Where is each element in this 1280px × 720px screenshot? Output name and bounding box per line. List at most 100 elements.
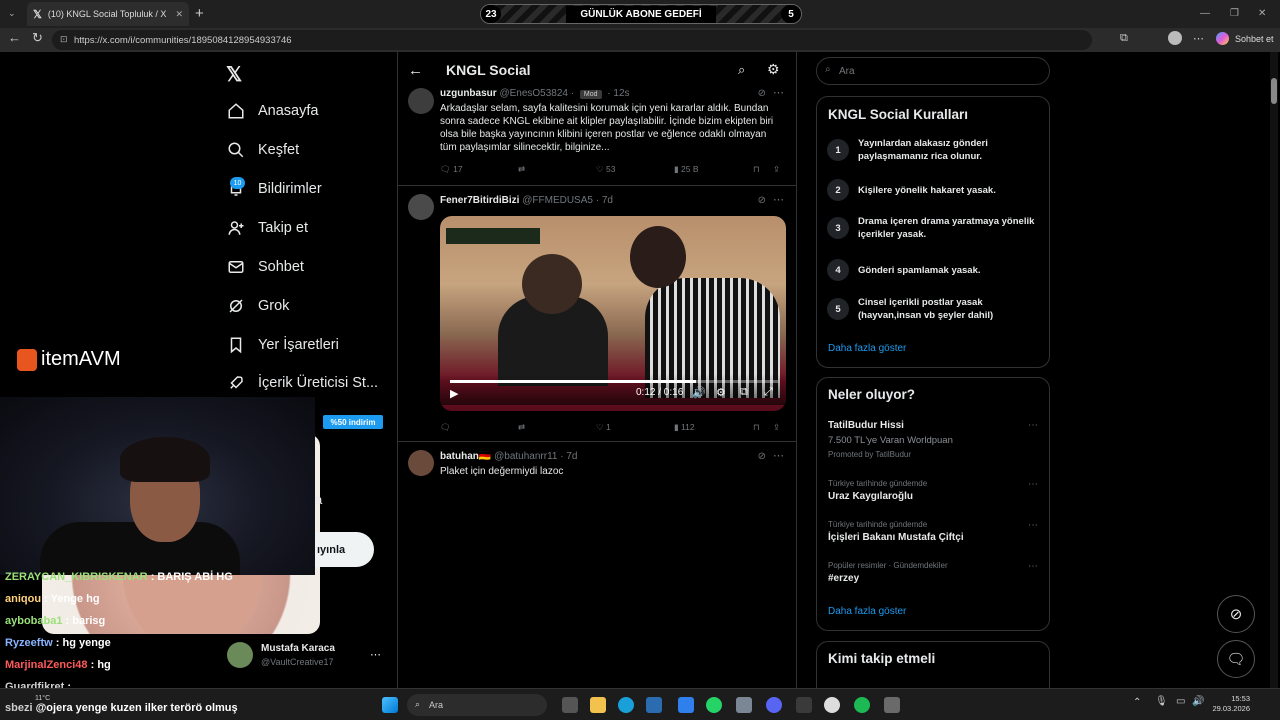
task-view-icon[interactable]	[562, 697, 578, 713]
microphone-icon[interactable]: 🎙	[1155, 696, 1168, 707]
reply-button[interactable]: 🗨	[440, 422, 451, 433]
reply-button[interactable]: 🗨 17	[440, 164, 463, 175]
share-icon[interactable]: ⇪	[773, 164, 780, 175]
grok-explain-icon[interactable]: ⊘	[758, 195, 766, 206]
video-player[interactable]: ▶ 0:12 / 0:16 🔊 ⚙ ⧉ ⤢	[440, 216, 786, 411]
x-logo-icon[interactable]: 𝕏	[226, 62, 242, 87]
account-handle[interactable]: @VaultCreative17	[261, 657, 334, 667]
sidebar-item-grok[interactable]: Grok	[226, 293, 289, 319]
views-button[interactable]: ▮ 25 B	[674, 164, 699, 175]
profile-avatar-icon[interactable]	[1168, 31, 1182, 45]
start-icon[interactable]	[382, 697, 398, 713]
messages-fab-icon[interactable]: 🗨	[1217, 640, 1255, 678]
sidebar-item-bookmarks[interactable]: Yer İşaretleri	[226, 332, 339, 358]
author-handle[interactable]: @FFMEDUSA5	[522, 195, 593, 206]
search-icon[interactable]: ⌕	[738, 62, 745, 78]
more-options-icon[interactable]: ⋯	[1028, 520, 1038, 531]
avatar[interactable]	[408, 88, 434, 114]
avatar[interactable]	[227, 642, 253, 668]
tweet[interactable]: batuhan🇩🇪 @batuhanrr11 · 7d ⊘ ⋯ Plaket i…	[398, 442, 796, 720]
bookmark-icon[interactable]: ⊓	[753, 422, 760, 433]
account-name[interactable]: Mustafa Karaca	[261, 643, 335, 654]
rules-show-more-link[interactable]: Daha fazla göster	[828, 343, 906, 354]
trend-item[interactable]: TatilBudur Hissi 7.500 TL'ye Varan World…	[828, 420, 1042, 459]
retweet-button[interactable]: ⇄	[518, 164, 525, 175]
back-icon[interactable]: ←	[8, 30, 21, 45]
maximize-icon[interactable]: ❐	[1230, 8, 1239, 19]
more-options-icon[interactable]: ⋯	[773, 86, 784, 99]
trend-item[interactable]: Popüler resimler · Gündemdekiler #erzey …	[828, 561, 1042, 584]
like-button[interactable]: ♡ 1	[596, 422, 611, 433]
store-icon[interactable]	[646, 697, 662, 713]
grok-fab-icon[interactable]: ⊘	[1217, 595, 1255, 633]
picture-in-picture-icon[interactable]: ⧉	[740, 386, 748, 399]
more-options-icon[interactable]: ⋯	[1028, 420, 1038, 431]
more-options-icon[interactable]: ⋯	[1028, 561, 1038, 572]
back-arrow-icon[interactable]: ←	[408, 62, 423, 79]
tweet-time[interactable]: 7d	[602, 195, 613, 206]
tweet-time[interactable]: 7d	[566, 451, 577, 462]
app-icon[interactable]	[796, 697, 812, 713]
new-tab-icon[interactable]: +	[195, 5, 204, 22]
fullscreen-icon[interactable]: ⤢	[764, 386, 773, 399]
tweet[interactable]: Fener7BitirdiBizi @FFMEDUSA5 · 7d ⊘ ⋯ ▶ …	[398, 186, 796, 442]
avatar[interactable]	[408, 194, 434, 220]
tweet[interactable]: uzgunbasur @EnesO53824 · Mod · 12s ⊘ ⋯ A…	[398, 82, 796, 186]
scrollbar-thumb[interactable]	[1271, 78, 1277, 104]
browser-tab[interactable]: 𝕏 (10) KNGL Social Topluluk / X ✕	[27, 2, 189, 26]
trend-item[interactable]: Türkiye tarihinde gündemde Uraz Kaygılar…	[828, 479, 1042, 502]
sidebar-item-creator-studio[interactable]: İçerik Üreticisi St...	[226, 370, 378, 396]
page-scrollbar[interactable]	[1270, 52, 1278, 688]
trends-show-more-link[interactable]: Daha fazla göster	[828, 606, 906, 617]
trend-item[interactable]: Türkiye tarihinde gündemde İçişleri Baka…	[828, 520, 1042, 543]
chat-button-label[interactable]: Sohbet et	[1235, 34, 1274, 44]
edge-browser-icon[interactable]	[618, 697, 634, 713]
settings-gear-icon[interactable]: ⚙	[767, 61, 780, 78]
bookmark-icon[interactable]: ⊓	[753, 164, 760, 175]
network-icon[interactable]: ▭	[1176, 696, 1185, 707]
like-button[interactable]: ♡ 53	[596, 164, 615, 175]
avatar[interactable]	[408, 450, 434, 476]
spotify-icon[interactable]	[854, 697, 870, 713]
author-name[interactable]: uzgunbasur	[440, 88, 497, 99]
grok-explain-icon[interactable]: ⊘	[758, 88, 766, 99]
tweet-time[interactable]: 12s	[613, 88, 629, 99]
discord-icon[interactable]	[766, 697, 782, 713]
volume-icon[interactable]: 🔊	[1192, 696, 1204, 707]
volume-icon[interactable]: 🔊	[692, 386, 706, 399]
sidebar-item-explore[interactable]: Keşfet	[226, 137, 299, 163]
author-handle[interactable]: @batuhanrr11	[494, 451, 557, 462]
post-button[interactable]: ıyınla	[315, 532, 374, 567]
url-field[interactable]: ⊡ https://x.com/i/communities/1895084128…	[52, 30, 1092, 50]
file-explorer-icon[interactable]	[590, 697, 606, 713]
taskbar-search[interactable]: ⌕ Ara	[407, 694, 547, 716]
whatsapp-icon[interactable]	[706, 697, 722, 713]
more-options-icon[interactable]: ⋯	[1028, 479, 1038, 490]
window-close-icon[interactable]: ✕	[1258, 8, 1266, 19]
author-name[interactable]: batuhan🇩🇪	[440, 451, 491, 462]
retweet-button[interactable]: ⇄	[518, 422, 525, 433]
sidebar-item-messages[interactable]: Sohbet	[226, 254, 304, 280]
close-tab-icon[interactable]: ✕	[175, 9, 183, 20]
more-options-icon[interactable]: ⋯	[773, 193, 784, 206]
tab-list-icon[interactable]: ⌄	[8, 8, 16, 19]
author-name[interactable]: Fener7BitirdiBizi	[440, 195, 519, 206]
video-progress-bar[interactable]	[450, 380, 778, 383]
settings-icon[interactable]	[884, 697, 900, 713]
sidebar-item-follow[interactable]: Takip et	[226, 215, 308, 241]
taskbar-clock[interactable]: 15:53 29.03.2026	[1210, 694, 1250, 714]
site-info-icon[interactable]: ⊡	[60, 34, 68, 45]
share-icon[interactable]: ⇪	[773, 422, 780, 433]
sidebar-item-home[interactable]: Anasayfa	[226, 98, 318, 124]
more-options-icon[interactable]: ⋯	[773, 449, 784, 462]
grok-explain-icon[interactable]: ⊘	[758, 451, 766, 462]
views-button[interactable]: ▮ 112	[674, 422, 695, 433]
author-handle[interactable]: @EnesO53824	[499, 88, 568, 99]
mail-app-icon[interactable]	[678, 697, 694, 713]
play-icon[interactable]: ▶	[450, 387, 458, 400]
reload-icon[interactable]: ↻	[32, 30, 43, 46]
copilot-icon[interactable]	[1216, 32, 1229, 45]
video-settings-icon[interactable]: ⚙	[716, 386, 726, 399]
obs-icon[interactable]	[824, 697, 840, 713]
extensions-icon[interactable]: ⧉	[1120, 32, 1128, 45]
